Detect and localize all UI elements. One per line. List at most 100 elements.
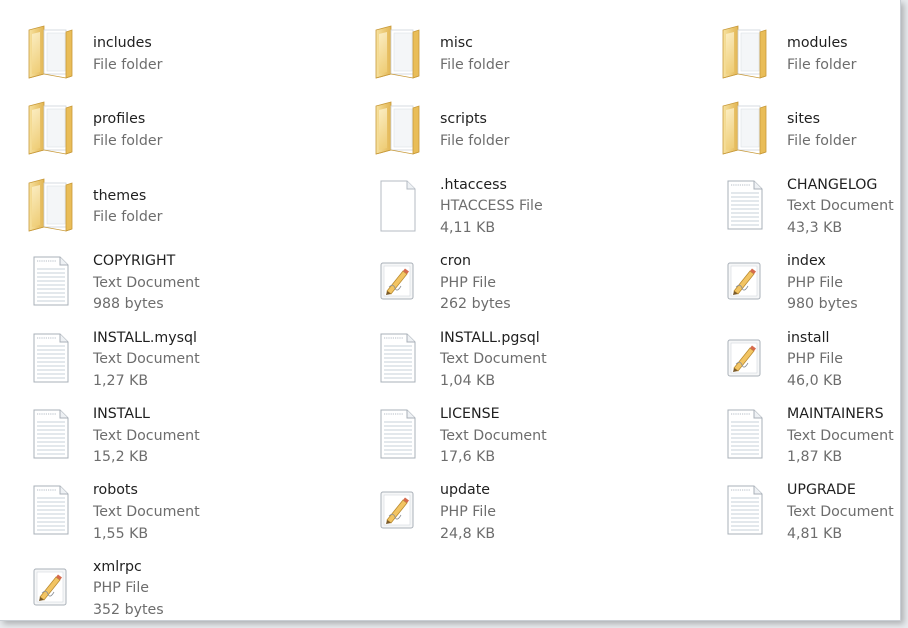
file-type: Text Document [93,274,200,291]
file-item[interactable]: misc File folder [369,18,716,94]
file-item-text: includes File folder [93,33,162,76]
file-item[interactable]: cron PHP File 262 bytes [369,247,716,323]
file-item-text: robots Text Document 1,55 KB [93,480,200,545]
file-name: profiles [93,111,146,128]
file-item[interactable]: MAINTAINERS Text Document 1,87 KB [716,400,900,476]
file-item-text: UPGRADE Text Document 4,81 KB [787,480,894,545]
file-list-pane: includes File folder misc File folder mo… [0,0,901,621]
file-name: MAINTAINERS [787,405,884,422]
file-size: 24,8 KB [440,525,496,542]
file-name: LICENSE [440,405,500,422]
file-type: Text Document [787,198,894,215]
file-item[interactable]: INSTALL Text Document 15,2 KB [22,400,369,476]
file-size: 1,87 KB [787,449,843,466]
folder-icon [373,100,421,155]
file-size: 17,6 KB [440,449,496,466]
file-item-text: themes File folder [93,186,162,229]
file-item[interactable]: UPGRADE Text Document 4,81 KB [716,476,900,552]
file-item-text: MAINTAINERS Text Document 1,87 KB [787,404,894,469]
file-item-text: INSTALL.pgsql Text Document 1,04 KB [440,328,547,393]
file-item[interactable]: INSTALL.mysql Text Document 1,27 KB [22,324,369,400]
text-document-icon [373,330,421,384]
file-type: File folder [93,132,163,149]
text-document-icon [26,406,74,460]
file-name: modules [787,35,848,51]
file-type: HTACCESS File [440,198,543,215]
file-name: includes [93,35,152,51]
file-name: .htaccess [440,176,507,193]
file-type: Text Document [93,503,200,520]
file-item[interactable]: LICENSE Text Document 17,6 KB [369,400,716,476]
file-type: PHP File [787,274,844,291]
file-item[interactable]: xmlrpc PHP File 352 bytes [22,553,369,620]
file-name: robots [93,482,138,499]
file-size: 4,81 KB [787,525,843,542]
file-item[interactable]: CHANGELOG Text Document 43,3 KB [716,171,900,247]
file-type: Text Document [93,351,200,368]
folder-icon [720,24,768,79]
file-name: update [440,482,490,499]
file-size: 1,27 KB [93,372,149,389]
file-item-text: INSTALL.mysql Text Document 1,27 KB [93,328,200,393]
php-file-icon [720,253,768,307]
file-name: misc [440,35,473,51]
file-type: Text Document [787,503,894,520]
file-name: install [787,329,830,346]
file-item-text: profiles File folder [93,109,162,152]
folder-icon [26,177,74,232]
file-item-text: xmlrpc PHP File 352 bytes [93,557,164,620]
file-size: 1,55 KB [93,525,149,542]
file-name: INSTALL [93,405,150,422]
file-name: INSTALL.pgsql [440,329,540,346]
file-size: 46,0 KB [787,372,843,389]
file-item[interactable]: themes File folder [22,171,369,247]
file-size: 352 bytes [93,601,164,618]
file-type: File folder [93,56,163,73]
folder-icon [26,100,74,155]
file-type: File folder [787,132,857,149]
file-item[interactable]: .htaccess HTACCESS File 4,11 KB [369,171,716,247]
file-item[interactable]: sites File folder [716,94,900,170]
file-item[interactable]: COPYRIGHT Text Document 988 bytes [22,247,369,323]
php-file-icon [720,330,768,384]
text-document-icon [720,482,768,536]
file-item[interactable]: index PHP File 980 bytes [716,247,900,323]
folder-icon [720,100,768,155]
text-document-icon [373,406,421,460]
php-file-icon [26,559,74,613]
php-file-icon [373,253,421,307]
file-item[interactable]: update PHP File 24,8 KB [369,476,716,552]
file-item[interactable]: scripts File folder [369,94,716,170]
file-name: INSTALL.mysql [93,329,197,346]
text-document-icon [26,330,74,384]
file-item[interactable]: INSTALL.pgsql Text Document 1,04 KB [369,324,716,400]
file-item-text: update PHP File 24,8 KB [440,480,496,545]
file-item[interactable]: install PHP File 46,0 KB [716,324,900,400]
file-item[interactable]: includes File folder [22,18,369,94]
file-item-text: scripts File folder [440,109,509,152]
file-item[interactable]: profiles File folder [22,94,369,170]
text-document-icon [720,177,768,231]
file-size: 262 bytes [440,296,511,313]
folder-icon [26,24,74,79]
file-name: themes [93,187,147,204]
file-item-text: LICENSE Text Document 17,6 KB [440,404,547,469]
file-name: UPGRADE [787,482,856,499]
file-size: 988 bytes [93,296,164,313]
file-item-text: install PHP File 46,0 KB [787,328,843,393]
file-size: 4,11 KB [440,219,496,236]
file-name: sites [787,111,821,128]
file-size: 43,3 KB [787,219,843,236]
file-type: Text Document [440,351,547,368]
file-type: PHP File [93,580,150,597]
folder-icon [373,24,421,79]
file-type: Text Document [440,427,547,444]
file-name: cron [440,253,471,270]
file-type: Text Document [93,427,200,444]
file-name: scripts [440,111,487,128]
file-item[interactable]: modules File folder [716,18,900,94]
file-item[interactable]: robots Text Document 1,55 KB [22,476,369,552]
items-grid: includes File folder misc File folder mo… [22,18,900,620]
file-type: PHP File [787,351,844,368]
file-item-text: cron PHP File 262 bytes [440,251,511,316]
